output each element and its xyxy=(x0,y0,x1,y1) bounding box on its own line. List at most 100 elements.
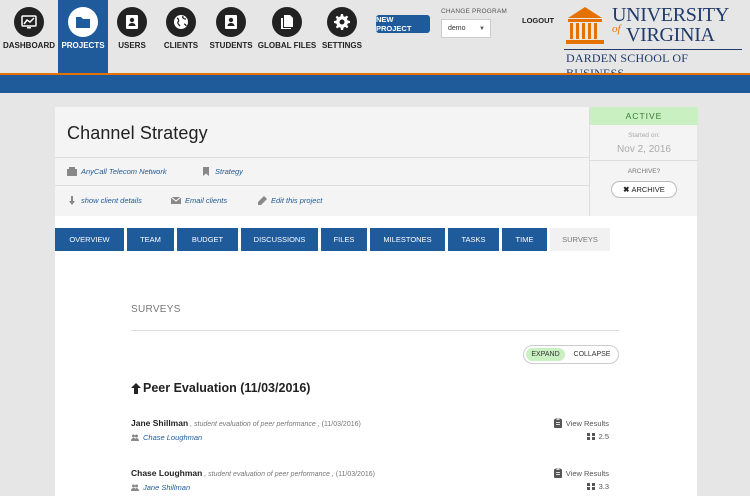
expand-collapse-toggle: EXPAND COLLAPSE xyxy=(523,345,619,364)
category-name: Strategy xyxy=(215,167,243,176)
logout-link[interactable]: LOGOUT xyxy=(522,16,554,25)
blue-header-band xyxy=(0,75,750,93)
view-results-label: View Results xyxy=(565,468,609,478)
tab-budget[interactable]: BUDGET xyxy=(177,228,238,251)
building-icon xyxy=(67,167,77,176)
caret-down-icon: ▼ xyxy=(479,26,485,32)
rotunda-logo-icon xyxy=(566,7,604,44)
logo-virginia-text: VIRGINIA xyxy=(626,24,715,46)
client-link[interactable]: AnyCall Telecom Network xyxy=(67,167,167,176)
arrow-down-icon xyxy=(69,196,75,205)
email-clients-link[interactable]: Email clients xyxy=(171,196,227,205)
nav-projects[interactable]: PROJECTS xyxy=(58,0,108,73)
tab-time[interactable]: TIME xyxy=(502,228,547,251)
tab-surveys[interactable]: SURVEYS xyxy=(550,228,610,251)
project-card: Channel Strategy AnyCall Telecom Network… xyxy=(55,107,698,496)
logo-divider xyxy=(564,49,742,50)
clipboard-icon xyxy=(553,468,562,478)
survey-row: Jane Shillman , student evaluation of pe… xyxy=(131,418,621,454)
project-header: Channel Strategy xyxy=(55,107,589,158)
project-meta-row: AnyCall Telecom Network Strategy xyxy=(55,158,589,186)
status-divider xyxy=(590,160,698,161)
nav-users[interactable]: USERS xyxy=(107,0,157,73)
close-icon: ✖ xyxy=(623,185,630,194)
surveys-divider xyxy=(131,330,619,331)
tab-tasks[interactable]: TASKS xyxy=(448,228,499,251)
users-icon xyxy=(131,434,139,441)
edit-project-label: Edit this project xyxy=(271,196,323,205)
program-select-value: demo xyxy=(448,25,466,32)
started-label: Started on: xyxy=(628,132,660,139)
program-select[interactable]: demo ▼ xyxy=(441,19,491,38)
nav-global-files[interactable]: GLOBAL FILES xyxy=(258,0,316,73)
email-clients-label: Email clients xyxy=(185,196,228,205)
nav-students[interactable]: STUDENTS xyxy=(206,0,256,73)
evaluation-title[interactable]: Peer Evaluation (11/03/2016) xyxy=(131,381,310,395)
grid-icon xyxy=(586,433,595,440)
survey-date: (11/03/2016) xyxy=(319,421,361,428)
new-project-button[interactable]: NEW PROJECT xyxy=(376,15,430,33)
project-title: Channel Strategy xyxy=(67,123,208,143)
survey-score-value: 3.3 xyxy=(598,482,609,491)
nav-settings[interactable]: SETTINGS xyxy=(317,0,367,73)
archive-button-label: ARCHIVE xyxy=(631,185,665,194)
show-client-details-label: show client details xyxy=(81,196,142,205)
survey-row-heading: Chase Loughman , student evaluation of p… xyxy=(131,468,375,478)
evaluated-user-name: Jane Shillman xyxy=(143,483,191,492)
expand-button[interactable]: EXPAND xyxy=(526,348,565,361)
show-client-details-link[interactable]: show client details xyxy=(67,196,142,205)
view-results-link[interactable]: View Results xyxy=(553,418,609,428)
logo-of-text: of xyxy=(612,23,621,35)
archive-label: ARCHIVE? xyxy=(627,168,661,175)
tab-files[interactable]: FILES xyxy=(321,228,367,251)
nav-dashboard[interactable]: DASHBOARD xyxy=(3,0,55,73)
evaluated-user-link[interactable]: Jane Shillman xyxy=(131,483,190,492)
nav-settings-label: SETTINGS xyxy=(321,41,362,50)
category-link[interactable]: Strategy xyxy=(201,167,243,176)
status-badge: ACTIVE xyxy=(590,107,698,125)
users-icon xyxy=(131,484,139,491)
survey-row-heading: Jane Shillman , student evaluation of pe… xyxy=(131,418,361,428)
arrow-up-icon xyxy=(131,382,141,394)
collapse-button[interactable]: COLLAPSE xyxy=(568,348,616,361)
tab-discussions[interactable]: DISCUSSIONS xyxy=(241,228,318,251)
evaluated-user-name: Chase Loughman xyxy=(143,433,203,442)
evaluated-user-link[interactable]: Chase Loughman xyxy=(131,433,202,442)
files-icon xyxy=(272,7,302,37)
survey-score: 2.5 xyxy=(586,432,609,441)
gear-icon xyxy=(327,7,357,37)
student-card-icon xyxy=(216,7,246,37)
folder-icon xyxy=(68,7,98,37)
user-card-icon xyxy=(117,7,147,37)
top-navigation: DASHBOARD PROJECTS USERS CLIENTS STUDENT… xyxy=(0,0,750,80)
tab-milestones[interactable]: MILESTONES xyxy=(370,228,445,251)
started-date: Nov 2, 2016 xyxy=(617,144,671,155)
grid-icon xyxy=(586,483,595,490)
view-results-label: View Results xyxy=(565,418,609,428)
pencil-icon xyxy=(258,196,267,205)
archive-button[interactable]: ✖ ARCHIVE xyxy=(611,181,677,198)
globe-icon xyxy=(166,7,196,37)
edit-project-link[interactable]: Edit this project xyxy=(257,196,322,205)
survey-score-value: 2.5 xyxy=(598,432,609,441)
survey-row: Chase Loughman , student evaluation of p… xyxy=(131,468,621,496)
university-logo[interactable]: UNIVERSITY of VIRGINIA DARDEN SCHOOL OF … xyxy=(564,4,746,80)
bookmark-icon xyxy=(203,167,209,176)
clipboard-icon xyxy=(553,418,562,428)
tab-team[interactable]: TEAM xyxy=(127,228,174,251)
evaluator-name: Jane Shillman xyxy=(131,418,189,428)
nav-clients[interactable]: CLIENTS xyxy=(156,0,206,73)
survey-date: (11/03/2016) xyxy=(333,471,375,478)
project-actions-row: show client details Email clients Edit t… xyxy=(55,186,589,216)
change-program-label: CHANGE PROGRAM xyxy=(441,8,508,15)
dashboard-icon xyxy=(14,7,44,37)
evaluation-title-text: Peer Evaluation (11/03/2016) xyxy=(143,381,311,395)
client-name: AnyCall Telecom Network xyxy=(81,167,167,176)
survey-score: 3.3 xyxy=(586,482,609,491)
survey-description: , student evaluation of peer performance… xyxy=(202,471,334,478)
tab-overview[interactable]: OVERVIEW xyxy=(55,228,124,251)
view-results-link[interactable]: View Results xyxy=(553,468,609,478)
surveys-heading: SURVEYS xyxy=(131,304,181,315)
project-status-panel: ACTIVE Started on: Nov 2, 2016 ARCHIVE? … xyxy=(589,107,698,216)
project-tabs: OVERVIEW TEAM BUDGET DISCUSSIONS FILES M… xyxy=(55,228,697,251)
